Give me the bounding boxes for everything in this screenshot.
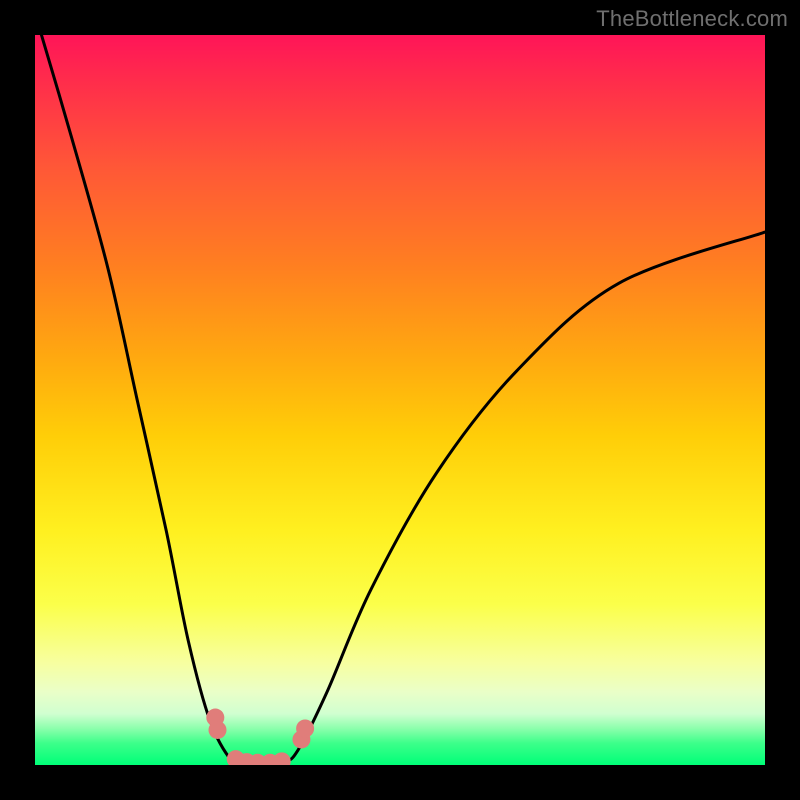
data-marker (273, 752, 291, 765)
data-marker (296, 720, 314, 738)
bottleneck-curve (35, 35, 765, 764)
watermark-text: TheBottleneck.com (596, 6, 788, 32)
plot-area (35, 35, 765, 765)
curve-layer (35, 35, 765, 764)
data-marker (209, 721, 227, 739)
chart-svg (35, 35, 765, 765)
chart-frame: TheBottleneck.com (0, 0, 800, 800)
marker-layer (206, 709, 314, 765)
